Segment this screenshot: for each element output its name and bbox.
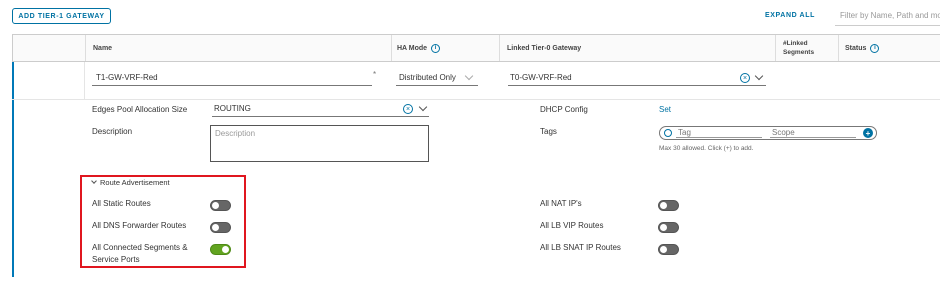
- linked-tier0-value: T0-GW-VRF-Red: [510, 73, 572, 82]
- route-ad-label-right-1: All LB VIP Routes: [540, 221, 604, 230]
- add-tag-icon[interactable]: +: [863, 128, 873, 138]
- route-ad-toggle-right-1[interactable]: [658, 222, 679, 233]
- column-header-linked-segments[interactable]: #Linked Segments: [783, 35, 814, 61]
- column-divider: [391, 35, 392, 61]
- column-divider: [775, 35, 776, 61]
- edges-pool-value: ROUTING: [214, 104, 251, 113]
- toggle-knob: [660, 202, 667, 209]
- scope-input[interactable]: Scope: [770, 128, 856, 138]
- filter-input[interactable]: Filter by Name, Path and more: [835, 6, 940, 26]
- add-tier1-gateway-button[interactable]: ADD TIER-1 GATEWAY: [12, 8, 111, 24]
- row-divider: [84, 62, 85, 100]
- column-header-linked-tier0[interactable]: Linked Tier-0 Gateway: [507, 35, 581, 61]
- row-separator: [12, 99, 940, 100]
- dhcp-set-link[interactable]: Set: [659, 105, 671, 114]
- route-ad-toggle-right-2[interactable]: [658, 244, 679, 255]
- toggle-knob: [660, 224, 667, 231]
- column-header-ha-mode[interactable]: HA Mode i: [397, 35, 441, 61]
- info-icon[interactable]: i: [870, 43, 880, 53]
- tags-hint: Max 30 allowed. Click (+) to add.: [659, 145, 754, 152]
- clear-icon[interactable]: ×: [740, 73, 750, 83]
- route-ad-label-right-0: All NAT IP's: [540, 199, 582, 208]
- chevron-down-icon[interactable]: [754, 71, 764, 81]
- required-marker: *: [373, 70, 377, 79]
- edges-pool-select[interactable]: ROUTING ×: [212, 101, 429, 117]
- linked-tier0-select[interactable]: T0-GW-VRF-Red ×: [508, 70, 766, 86]
- table-header: Name HA Mode i Linked Tier-0 Gateway #Li…: [12, 34, 940, 62]
- description-textarea[interactable]: Description: [210, 125, 429, 162]
- ha-mode-select[interactable]: Distributed Only: [396, 70, 478, 86]
- route-ad-toggle-right-0[interactable]: [658, 200, 679, 211]
- tags-label: Tags: [540, 127, 557, 136]
- tag-input[interactable]: Tag: [676, 128, 762, 138]
- route-ad-label-right-2: All LB SNAT IP Routes: [540, 243, 621, 252]
- tags-input-group: Tag Scope +: [659, 126, 877, 140]
- column-header-name[interactable]: Name: [93, 35, 112, 61]
- toggle-knob: [660, 246, 667, 253]
- highlight-box: [80, 175, 246, 268]
- description-label: Description: [92, 127, 133, 136]
- expand-all-link[interactable]: EXPAND ALL: [765, 12, 815, 19]
- column-header-status[interactable]: Status i: [845, 35, 880, 61]
- column-divider: [499, 35, 500, 61]
- gateway-name-input[interactable]: T1-GW-VRF-Red: [92, 70, 372, 86]
- ha-mode-label: HA Mode: [397, 44, 428, 52]
- column-divider: [838, 35, 839, 61]
- status-label: Status: [845, 44, 867, 52]
- clear-icon[interactable]: ×: [403, 104, 413, 114]
- ha-mode-value: Distributed Only: [399, 73, 456, 82]
- edges-pool-label: Edges Pool Allocation Size: [92, 105, 188, 114]
- chevron-down-icon: [464, 71, 474, 81]
- tag-icon: [664, 129, 672, 137]
- dhcp-config-label: DHCP Config: [540, 105, 588, 114]
- info-icon[interactable]: i: [431, 43, 441, 53]
- gateway-name-value: T1-GW-VRF-Red: [96, 73, 158, 82]
- column-divider: [85, 35, 86, 61]
- chevron-down-icon[interactable]: [418, 102, 428, 112]
